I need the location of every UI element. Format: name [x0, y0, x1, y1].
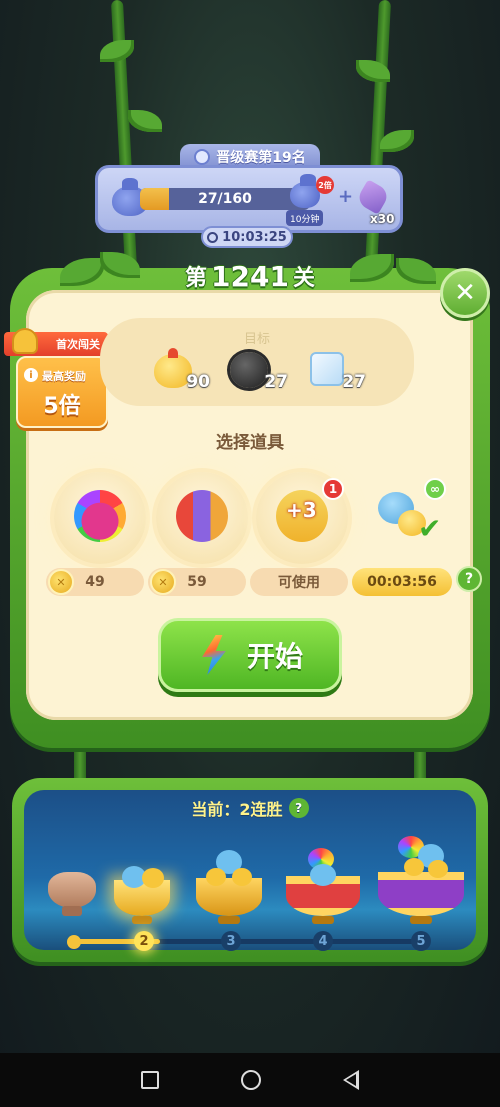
chick-icon	[404, 858, 424, 876]
reward-count: x30	[370, 212, 395, 226]
rainbow-owl-icon	[74, 490, 126, 542]
clock-icon	[207, 231, 219, 243]
plus-sign: +	[338, 186, 354, 207]
time-chip: 10分钟	[286, 210, 324, 226]
goal-ice-cube: 27	[306, 348, 366, 398]
recent-apps-icon[interactable]	[141, 1071, 159, 1089]
goal-count: 27	[342, 372, 366, 392]
tool-status-swap[interactable]: 可使用	[250, 568, 348, 596]
streak-help-icon[interactable]: ?	[288, 798, 309, 818]
goal-count: 90	[186, 372, 210, 392]
close-button[interactable]: ✕	[440, 268, 490, 318]
pot-icon	[48, 872, 96, 908]
back-icon[interactable]	[343, 1070, 359, 1090]
level-title: 第 1241 关	[150, 256, 350, 296]
goal-count: 27	[264, 372, 288, 392]
medal-icon	[194, 149, 211, 165]
plus3-label: +3	[286, 498, 317, 522]
streak-track	[72, 939, 424, 944]
goal-furball: 27	[228, 348, 288, 398]
price-text: 59	[187, 574, 207, 590]
rocket-icon	[176, 490, 228, 542]
rank-progress-bar: 27/160	[140, 188, 310, 210]
streak-step-4: 4	[313, 931, 333, 951]
coin-icon	[150, 569, 176, 595]
info-icon: i	[24, 368, 38, 382]
lightning-icon	[202, 635, 226, 675]
trophy-gold-small-icon	[114, 880, 170, 916]
chick-icon	[232, 868, 252, 886]
infinity-icon: ∞	[424, 478, 446, 500]
goal-chick: 90	[150, 348, 210, 398]
price-text: 49	[85, 574, 105, 590]
streak-step-2: 2	[134, 931, 154, 951]
trophy-base	[218, 916, 240, 924]
help-icon[interactable]: ?	[456, 566, 482, 592]
level-number: 1241	[211, 259, 289, 293]
level-suffix: 关	[292, 266, 315, 291]
first-clear-card: i 最高奖励 5倍	[16, 356, 108, 428]
streak-step-3: 3	[221, 931, 241, 951]
trophy-base	[132, 916, 152, 924]
shovel-icon	[355, 179, 391, 215]
system-nav-bar	[0, 1053, 500, 1107]
goal-label: 目标	[243, 332, 270, 347]
level-prefix: 第	[185, 266, 208, 291]
multiplier-badge: 2倍	[316, 176, 334, 194]
rank-label: 晋级赛第19名	[216, 150, 306, 166]
furball-icon	[230, 352, 268, 388]
leaf-decoration	[380, 130, 414, 152]
coin-icon	[48, 569, 74, 595]
streak-step-5: 5	[411, 931, 431, 951]
tool-count-badge: 1	[322, 478, 344, 500]
trophy-base	[410, 916, 432, 924]
start-button[interactable]: 开始	[158, 618, 342, 692]
tool-rainbow-owl[interactable]	[54, 472, 146, 564]
blue-buddy-icon	[310, 864, 336, 886]
goal-panel: 目标 90 27 27	[100, 318, 414, 406]
tool-rocket[interactable]	[156, 472, 248, 564]
chick-icon	[428, 860, 448, 878]
chick-icon	[206, 868, 226, 886]
rank-countdown: 10:03:25	[201, 226, 293, 248]
first-clear-badge[interactable]: 首次闯关 i 最高奖励 5倍	[4, 310, 108, 428]
streak-start-dot	[67, 935, 81, 949]
trophy-purple-icon	[378, 872, 464, 916]
first-clear-reward-value: 5倍	[43, 394, 81, 419]
tool-timer-buddy: 00:03:56	[352, 568, 452, 596]
streak-title: 当前：2连胜 ?	[0, 796, 500, 820]
chick-icon	[142, 868, 164, 888]
rank-countdown-text: 10:03:25	[222, 229, 287, 245]
tool-price-rocket[interactable]: 59	[148, 568, 246, 596]
check-icon: ✔	[418, 512, 442, 545]
ice-cube-icon	[310, 352, 344, 386]
tool-price-owl[interactable]: 49	[46, 568, 144, 596]
rank-progress-panel[interactable]: 27/160 2倍 10分钟 + x30	[95, 165, 403, 233]
home-icon[interactable]	[241, 1070, 261, 1090]
leaf-decoration	[128, 110, 162, 132]
streak-title-text: 当前：2连胜	[191, 800, 283, 819]
tools-title: 选择道具	[216, 433, 284, 453]
trophy-gold-icon	[196, 878, 262, 916]
crown-icon	[12, 328, 38, 354]
trophy-base	[312, 916, 334, 924]
first-clear-reward-label: 最高奖励	[42, 370, 86, 383]
start-label: 开始	[246, 640, 303, 673]
rank-progress-text: 27/160	[198, 191, 252, 207]
leaf-decoration	[100, 40, 134, 62]
trophy-base	[62, 906, 82, 916]
